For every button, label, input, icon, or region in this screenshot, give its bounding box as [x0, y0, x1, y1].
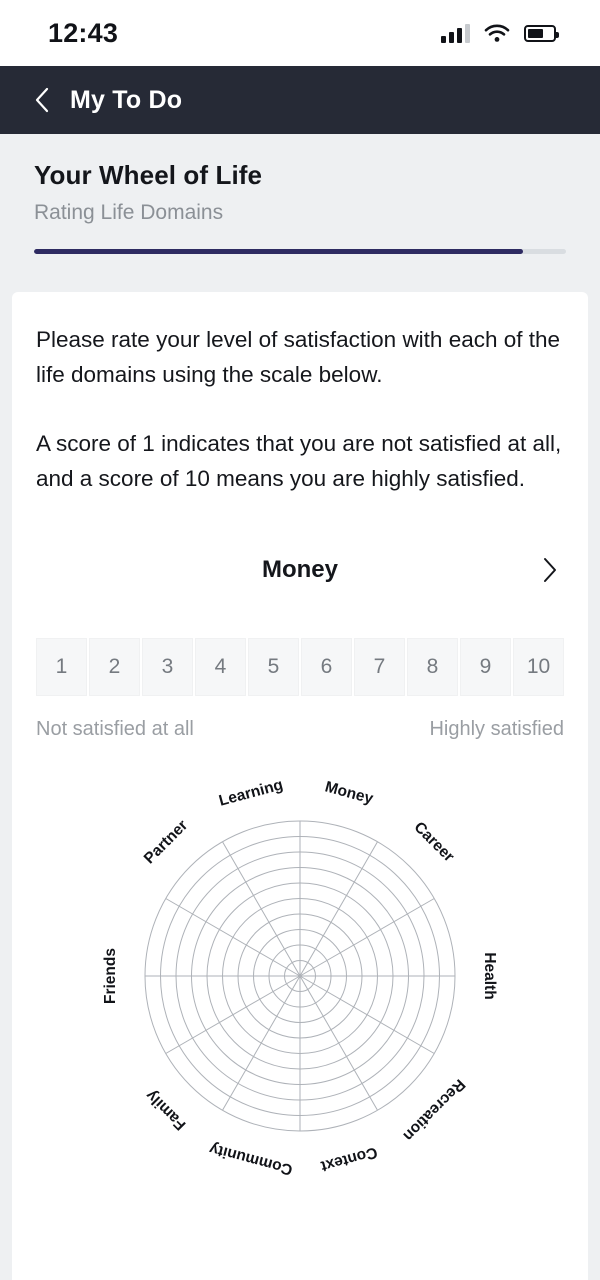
chevron-right-icon[interactable] — [542, 557, 558, 583]
instruction-paragraph-2: A score of 1 indicates that you are not … — [36, 431, 562, 491]
wheel-label-health: Health — [481, 952, 498, 999]
current-domain-label: Money — [261, 556, 338, 583]
grid-spoke — [165, 975, 301, 1054]
rating-option-7[interactable]: 7 — [354, 638, 405, 696]
page-title: Your Wheel of Life — [34, 160, 263, 190]
rating-option-5[interactable]: 5 — [248, 638, 299, 696]
wheel-label-money: Money — [323, 778, 375, 807]
grid-spoke — [299, 898, 435, 977]
rating-option-2[interactable]: 2 — [89, 638, 140, 696]
page-subtitle: Rating Life Domains — [34, 201, 224, 224]
rating-option-9[interactable]: 9 — [460, 638, 511, 696]
wheel-label-partner: Partner — [141, 817, 191, 867]
wheel-label-family: Family — [142, 1086, 189, 1133]
instruction-paragraph-1: Please rate your level of satisfaction w… — [36, 327, 561, 387]
rating-option-3[interactable]: 3 — [142, 638, 193, 696]
wheel-label-context: Context — [319, 1143, 379, 1174]
signal-bars-icon — [441, 23, 470, 43]
grid-spoke — [222, 841, 301, 977]
navigation-bar: My To Do — [0, 66, 600, 134]
status-bar: 12:43 — [0, 0, 600, 66]
radar-chart-svg: MoneyCareerHealthRecreationContextCommun… — [102, 776, 498, 1179]
scale-endpoint-labels: Not satisfied at all Highly satisfied — [36, 718, 564, 741]
rating-scale[interactable]: 1 2 3 4 5 6 7 8 9 10 — [36, 638, 564, 696]
wheel-label-career: Career — [411, 819, 458, 866]
page-header: Your Wheel of Life Rating Life Domains — [0, 134, 600, 254]
grid-spoke — [165, 898, 301, 977]
nav-title: My To Do — [70, 85, 183, 114]
rating-option-1[interactable]: 1 — [36, 638, 87, 696]
wheel-label-learning: Learning — [217, 776, 285, 809]
domain-selector[interactable]: Money — [36, 548, 564, 592]
wheel-of-life-chart: Money Career Health Recreation Context Commun… — [36, 771, 564, 1191]
rating-option-8[interactable]: 8 — [407, 638, 458, 696]
rating-option-10[interactable]: 10 — [513, 638, 564, 696]
progress-bar — [34, 249, 566, 254]
status-bar-icons — [441, 23, 559, 43]
progress-bar-fill — [34, 249, 524, 254]
grid-spoke — [299, 975, 435, 1054]
content-card: Please rate your level of satisfaction w… — [12, 292, 588, 1280]
scale-low-label: Not satisfied at all — [36, 718, 194, 740]
battery-icon — [524, 24, 559, 42]
wheel-label-community: Community — [207, 1140, 294, 1179]
scale-high-label: Highly satisfied — [429, 718, 564, 740]
grid-spoke — [222, 975, 301, 1111]
phone-screen: 12:43 My To Do Your Wheel of Life Rating… — [0, 0, 600, 1280]
rating-option-6[interactable]: 6 — [301, 638, 352, 696]
chevron-left-icon[interactable] — [32, 86, 52, 114]
wifi-icon — [484, 24, 510, 42]
rating-option-4[interactable]: 4 — [195, 638, 246, 696]
wheel-label-friends: Friends — [102, 948, 119, 1004]
grid-spoke — [299, 841, 378, 977]
grid-spoke — [299, 975, 378, 1111]
status-bar-time: 12:43 — [48, 17, 119, 48]
